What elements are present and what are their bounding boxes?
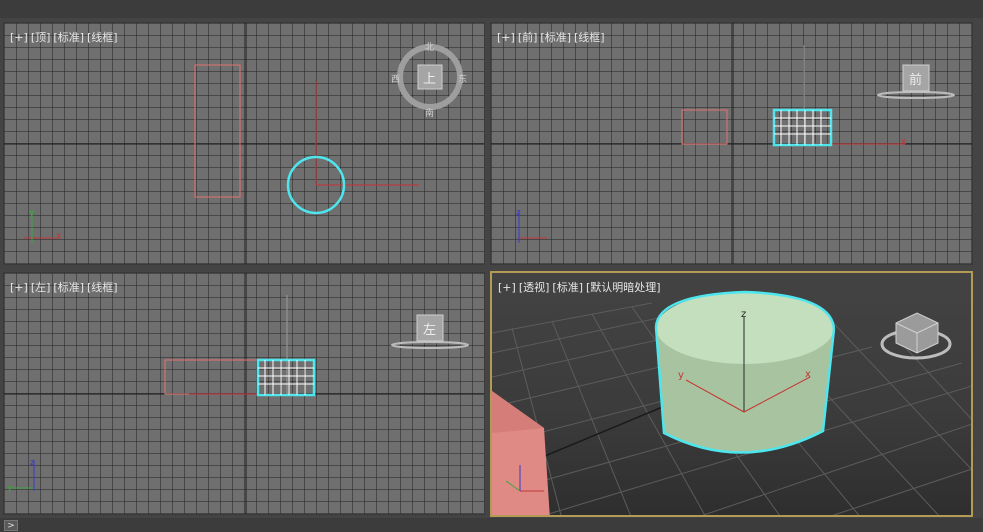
viewport-top[interactable]: [+] [顶] [标准] [线框] 北 南 西 东 上 y x bbox=[3, 22, 485, 265]
viewport-shading-mode[interactable]: [默认明暗处理] bbox=[586, 281, 661, 294]
viewport-shading-standard[interactable]: [标准] bbox=[53, 281, 84, 294]
axis-y-label: y bbox=[7, 483, 13, 493]
viewcube-label[interactable]: 前 bbox=[909, 69, 922, 88]
axis-x-label: x bbox=[56, 231, 62, 241]
viewport-label[interactable]: [+] [透视] [标准] [默认明暗处理] bbox=[498, 279, 664, 295]
viewport-view-name[interactable]: [顶] bbox=[31, 31, 51, 44]
viewcube-label[interactable]: 左 bbox=[423, 319, 436, 338]
top-scene bbox=[4, 23, 484, 264]
viewport-front[interactable]: [+] [前] [标准] [线框] 前 z x bbox=[490, 22, 973, 265]
selected-cylinder bbox=[256, 358, 316, 397]
viewport-shading-mode[interactable]: [线框] bbox=[574, 31, 605, 44]
box-object-wire bbox=[681, 109, 728, 145]
selected-cylinder bbox=[772, 108, 833, 147]
viewport-menu-plus[interactable]: [+] bbox=[10, 31, 28, 44]
box-object-wire bbox=[194, 64, 241, 198]
compass-south: 南 bbox=[425, 109, 435, 119]
axis-y-label: y bbox=[29, 208, 35, 218]
axis-x-label: x bbox=[901, 137, 907, 147]
viewport-label[interactable]: [+] [前] [标准] [线框] bbox=[497, 29, 608, 45]
viewport-shading-standard[interactable]: [标准] bbox=[552, 281, 583, 294]
viewport-shading-mode[interactable]: [线框] bbox=[87, 281, 118, 294]
viewport-shading-mode[interactable]: [线框] bbox=[87, 31, 118, 44]
viewport-view-name[interactable]: [透视] bbox=[519, 281, 550, 294]
compass-north: 北 bbox=[425, 43, 435, 53]
viewport-view-name[interactable]: [左] bbox=[31, 281, 51, 294]
viewport-menu-plus[interactable]: [+] bbox=[498, 281, 516, 294]
viewport-menu-plus[interactable]: [+] bbox=[497, 31, 515, 44]
perspective-scene bbox=[492, 290, 971, 515]
viewport-shading-standard[interactable]: [标准] bbox=[53, 31, 84, 44]
axis-z-label: z bbox=[30, 458, 35, 468]
viewcube-ring bbox=[391, 341, 469, 349]
viewport-label[interactable]: [+] [顶] [标准] [线框] bbox=[10, 29, 121, 45]
viewcube-ring bbox=[877, 91, 955, 99]
viewport-perspective[interactable]: [+] [透视] [标准] [默认明暗处理] z x y bbox=[490, 271, 973, 517]
compass-west: 西 bbox=[391, 75, 401, 85]
viewport-view-name[interactable]: [前] bbox=[518, 31, 538, 44]
box-object-wire bbox=[164, 359, 298, 395]
viewport-shading-standard[interactable]: [标准] bbox=[540, 31, 571, 44]
axis-z-label: z bbox=[516, 208, 521, 218]
viewport-label[interactable]: [+] [左] [标准] [线框] bbox=[10, 279, 121, 295]
status-bar: > bbox=[0, 518, 983, 532]
viewport-left[interactable]: [+] [左] [标准] [线框] 左 z y bbox=[3, 272, 485, 515]
gizmo-y-label: y bbox=[678, 370, 684, 381]
compass-east: 东 bbox=[458, 75, 468, 85]
viewport-menu-plus[interactable]: [+] bbox=[10, 281, 28, 294]
top-toolbar bbox=[0, 0, 983, 18]
left-scene bbox=[4, 273, 484, 514]
expand-button[interactable]: > bbox=[4, 520, 18, 531]
viewcube-label[interactable]: 上 bbox=[423, 68, 436, 87]
gizmo-x-label: x bbox=[805, 369, 811, 380]
gizmo-z-label: z bbox=[741, 309, 747, 320]
